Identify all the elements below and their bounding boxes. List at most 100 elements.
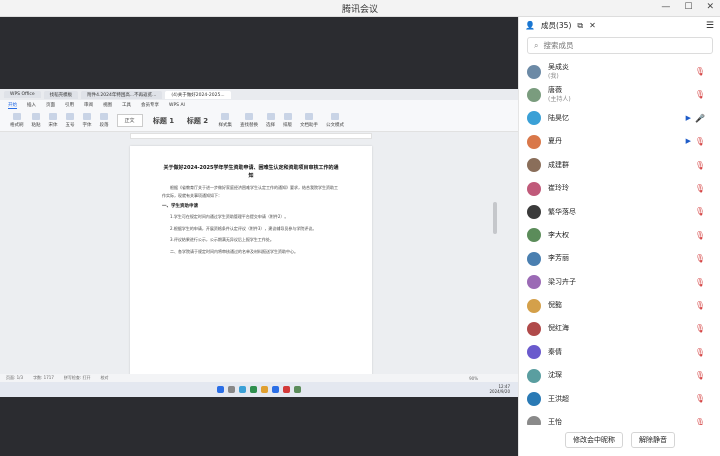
ribbon-button[interactable]: 样式集 [219, 113, 232, 128]
member-row[interactable]: 夏丹 ▶ 🎙 [519, 130, 720, 153]
mic-muted-icon[interactable]: 🎙 [695, 418, 705, 425]
wps-tab[interactable]: 附件4.2024年特困高...不再返贫... [81, 90, 163, 99]
menu-item[interactable]: 审阅 [84, 102, 93, 108]
ribbon-button[interactable]: 文档助手 [300, 113, 318, 128]
mic-muted-icon[interactable]: 🎙 [695, 371, 705, 380]
ribbon-button[interactable]: 排版 [283, 113, 292, 128]
menu-item[interactable]: WPS AI [169, 103, 185, 108]
member-row[interactable]: 陆昊忆 ▶ 🎤 [519, 107, 720, 130]
member-role: (我) [548, 72, 559, 80]
font-size-icon [66, 113, 74, 120]
wps-tab-active[interactable]: (4)关于做好2024-2025... [165, 90, 231, 99]
find-replace-icon [245, 113, 253, 120]
mic-muted-icon[interactable]: 🎙 [695, 301, 705, 310]
mic-muted-icon[interactable]: 🎙 [695, 231, 705, 240]
paragraph-icon [100, 113, 108, 120]
member-row[interactable]: 李大权 🎙 [519, 224, 720, 247]
status-page: 页面: 1/3 [6, 375, 24, 380]
unmute-all-button[interactable]: 解除静音 [631, 432, 675, 448]
member-row[interactable]: 繁华落尽 🎙 [519, 200, 720, 223]
member-name: 秦倩 [548, 348, 562, 357]
mic-muted-icon[interactable]: 🎙 [695, 161, 705, 170]
mic-muted-icon[interactable]: 🎙 [695, 207, 705, 216]
menu-item[interactable]: 视图 [103, 102, 112, 108]
mic-muted-icon[interactable]: 🎙 [695, 184, 705, 193]
rename-button[interactable]: 修改会中昵称 [565, 432, 623, 448]
member-role: (主持人) [548, 96, 571, 104]
meeting-stage: WPS Office 找稻壳模板 附件4.2024年特困高...不再返贫... … [0, 17, 518, 456]
mic-on-icon[interactable]: 🎤 [695, 114, 705, 123]
explorer-icon[interactable] [261, 386, 268, 393]
member-row[interactable]: 崔玲玲 🎙 [519, 177, 720, 200]
search-taskbar-icon[interactable] [228, 386, 235, 393]
member-row[interactable]: 唐薇 (主持人) 🎙 [519, 83, 720, 106]
close-panel-icon[interactable]: ✕ [589, 21, 596, 30]
ribbon-button[interactable]: 粘贴 [32, 113, 41, 128]
mic-muted-icon[interactable]: 🎙 [695, 394, 705, 403]
menu-item[interactable]: 页面 [46, 102, 55, 108]
style-heading1[interactable]: 标题 1 [151, 114, 177, 127]
member-row[interactable]: 成建群 🎙 [519, 154, 720, 177]
taskview-icon[interactable] [239, 386, 246, 393]
member-row[interactable]: 沈琛 🎙 [519, 364, 720, 387]
maximize-icon[interactable]: ☐ [684, 2, 692, 12]
menu-item[interactable]: 工具 [122, 102, 131, 108]
member-row[interactable]: 王怡 🎙 [519, 411, 720, 425]
ribbon-button[interactable]: 宋体 [49, 113, 58, 128]
ribbon-button[interactable]: 五号 [66, 113, 75, 128]
member-row[interactable]: 梁习卉子 🎙 [519, 271, 720, 294]
document-page[interactable]: 关于做好2024-2025学年学生资助申请、困难生认定和资助项目审核工作的通知 … [130, 146, 372, 397]
style-normal[interactable]: 正文 [116, 114, 143, 127]
menu-icon[interactable]: ☰ [706, 21, 714, 31]
camera-icon[interactable]: ▶ [686, 137, 691, 145]
zoom-level[interactable]: 90% [469, 376, 478, 381]
style-heading2[interactable]: 标题 2 [185, 114, 211, 127]
member-name-text: 吴成炎 [548, 62, 569, 71]
mic-muted-icon[interactable]: 🎙 [695, 348, 705, 357]
mic-muted-icon[interactable]: 🎙 [695, 324, 705, 333]
avatar [527, 251, 541, 266]
members-panel: 👤 成员(35) ⧉ ✕ ☰ ⌕ 吴成炎(我) 🎙 唐薇(主持人) 🎙 陆昊忆 ▶ 🎤 夏丹 ▶… [518, 17, 720, 456]
meeting-taskbar-icon[interactable] [272, 386, 279, 393]
member-name: 倪红海 [548, 324, 569, 333]
wechat-icon[interactable] [294, 386, 301, 393]
ribbon-button[interactable]: 选择 [266, 113, 275, 128]
member-name: 王洪超 [548, 395, 569, 404]
search-input[interactable] [543, 41, 704, 50]
avatar [527, 181, 541, 196]
ribbon-button[interactable]: 格式刷 [10, 113, 24, 128]
edge-icon[interactable] [250, 386, 257, 393]
app-title: 腾讯会议 [341, 5, 378, 15]
wps-tab[interactable]: WPS Office [4, 91, 41, 98]
menu-item[interactable]: 会员专享 [141, 102, 159, 108]
wps-tab[interactable]: 找稻壳模板 [43, 90, 79, 99]
doc-scrollbar[interactable] [493, 202, 497, 234]
member-name: 倪懿 [548, 301, 562, 310]
menu-item[interactable]: 引用 [65, 102, 74, 108]
ribbon-button[interactable]: 查找替换 [240, 113, 258, 128]
mic-muted-icon[interactable]: 🎙 [695, 90, 705, 99]
start-icon[interactable] [217, 386, 224, 393]
ribbon-label: 查找替换 [240, 123, 258, 128]
member-row[interactable]: 倪懿 🎙 [519, 294, 720, 317]
member-row[interactable]: 王洪超 🎙 [519, 387, 720, 410]
popout-icon[interactable]: ⧉ [577, 21, 583, 31]
member-row[interactable]: 倪红海 🎙 [519, 317, 720, 340]
menu-item[interactable]: 插入 [27, 102, 36, 108]
member-row[interactable]: 秦倩 🎙 [519, 341, 720, 364]
mic-muted-icon[interactable]: 🎙 [695, 67, 705, 76]
ribbon-button[interactable]: 公文模式 [326, 113, 344, 128]
member-row[interactable]: 李芳丽 🎙 [519, 247, 720, 270]
member-row[interactable]: 吴成炎 (我) 🎙 [519, 60, 720, 83]
ribbon-button[interactable]: 段落 [100, 113, 109, 128]
member-search[interactable]: ⌕ [527, 37, 713, 54]
mic-muted-icon[interactable]: 🎙 [695, 254, 705, 263]
mic-muted-icon[interactable]: 🎙 [695, 278, 705, 287]
wps-taskbar-icon[interactable] [283, 386, 290, 393]
minimize-icon[interactable]: — [661, 2, 670, 12]
close-icon[interactable]: ✕ [706, 2, 714, 12]
menu-item[interactable]: 开始 [8, 102, 17, 109]
ribbon-button[interactable]: 字体 [83, 113, 92, 128]
camera-icon[interactable]: ▶ [686, 114, 691, 122]
mic-muted-icon[interactable]: 🎙 [695, 137, 705, 146]
